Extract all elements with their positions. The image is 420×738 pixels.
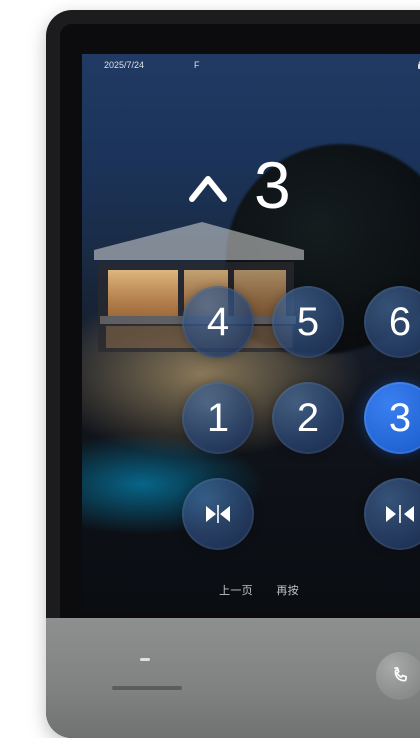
floor-button-3-selected[interactable]: 3 (364, 382, 420, 454)
door-open-button[interactable] (182, 478, 254, 550)
door-close-button[interactable] (364, 478, 420, 550)
phone-icon (389, 665, 411, 687)
floor-button-5[interactable]: 5 (272, 286, 344, 358)
call-button[interactable] (376, 652, 420, 700)
up-arrow-icon (182, 159, 234, 211)
bottom-text-left: 上一页 (219, 585, 253, 597)
base-indicator-mark (140, 658, 150, 661)
floor-button-label: 6 (388, 300, 412, 344)
status-bar: 2025/7/24 F (104, 60, 420, 78)
device-base (46, 618, 420, 738)
floor-button-label: 4 (206, 300, 230, 344)
door-close-icon (378, 500, 420, 528)
bottom-info-text: 上一页 再按 (82, 582, 420, 598)
door-open-icon (198, 500, 238, 528)
floor-button-label: 2 (296, 396, 320, 440)
floor-button-1[interactable]: 1 (182, 382, 254, 454)
status-time: 2025/7/24 (104, 60, 145, 70)
status-signal: F (194, 60, 200, 70)
screen-bezel: 2025/7/24 F 3 4 5 6 1 2 3 上一页 再按 (60, 24, 420, 618)
current-floor-number: 3 (254, 148, 291, 222)
floor-button-2[interactable]: 2 (272, 382, 344, 454)
touch-screen: 2025/7/24 F 3 4 5 6 1 2 3 上一页 再按 (82, 54, 420, 612)
floor-button-4[interactable]: 4 (182, 286, 254, 358)
floor-button-label: 1 (206, 396, 230, 440)
bottom-text-right: 再按 (276, 585, 299, 597)
elevator-panel-device: 2025/7/24 F 3 4 5 6 1 2 3 上一页 再按 (46, 10, 420, 738)
lock-icon (416, 60, 420, 70)
floor-indicator: 3 (182, 150, 291, 220)
floor-button-label: 5 (296, 300, 320, 344)
base-slot (112, 686, 182, 690)
floor-button-label: 3 (388, 396, 412, 440)
